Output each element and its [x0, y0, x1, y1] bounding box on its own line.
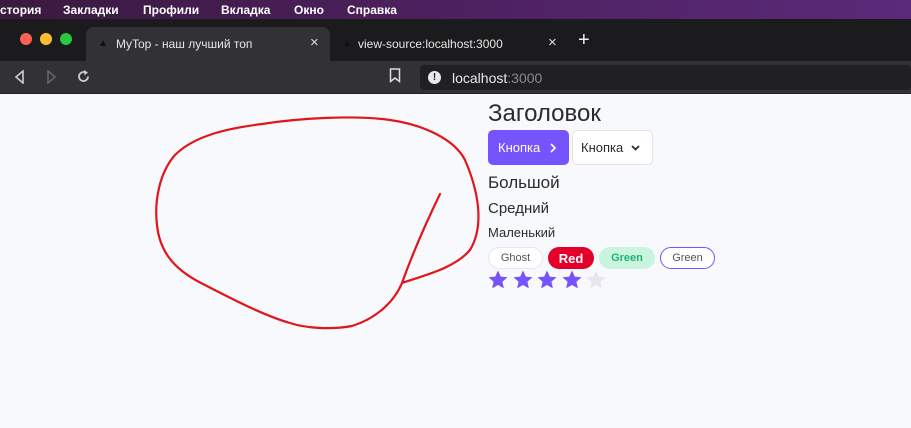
- close-tab-icon[interactable]: ×: [310, 34, 319, 51]
- menu-bar: стория Закладки Профили Вкладка Окно Спр…: [0, 0, 911, 19]
- tag-red: Red: [548, 247, 594, 269]
- menu-bookmarks[interactable]: Закладки: [63, 3, 119, 17]
- menu-window[interactable]: Окно: [294, 3, 324, 17]
- close-tab-icon[interactable]: ×: [548, 34, 557, 51]
- page-favicon-icon: [344, 40, 350, 46]
- tab-view-source[interactable]: view-source:localhost:3000 ×: [330, 27, 570, 61]
- new-tab-plus-icon[interactable]: +: [578, 30, 590, 50]
- star-filled-icon[interactable]: [536, 269, 558, 291]
- minimize-window-button[interactable]: [40, 33, 52, 45]
- paragraph-small: Маленький: [488, 225, 556, 240]
- menu-tab[interactable]: Вкладка: [221, 3, 270, 17]
- ghost-button[interactable]: Кнопка: [572, 130, 653, 165]
- star-filled-icon[interactable]: [487, 269, 509, 291]
- chevron-right-icon: [550, 142, 557, 153]
- page-viewport: Заголовок Кнопка Кнопка Большой Средний …: [0, 94, 911, 428]
- ghost-button-label: Кнопка: [581, 140, 624, 155]
- star-filled-icon[interactable]: [561, 269, 583, 291]
- reload-icon[interactable]: [76, 69, 91, 84]
- close-window-button[interactable]: [20, 33, 32, 45]
- menu-profiles[interactable]: Профили: [143, 3, 199, 17]
- paragraph-large: Большой: [488, 173, 560, 192]
- menu-help[interactable]: Справка: [347, 3, 397, 17]
- url-host: localhost: [452, 70, 508, 86]
- menu-history[interactable]: стория: [0, 3, 41, 17]
- bookmark-icon[interactable]: [389, 68, 401, 83]
- site-info-icon[interactable]: !: [428, 71, 441, 84]
- url-text[interactable]: localhost:3000: [452, 70, 542, 86]
- tab-mytop[interactable]: MyTop - наш лучший топ ×: [86, 27, 330, 61]
- page-heading: Заголовок: [488, 100, 601, 127]
- page-favicon-icon: [100, 40, 106, 46]
- forward-icon[interactable]: [46, 70, 57, 84]
- tab-title: MyTop - наш лучший топ: [116, 37, 253, 51]
- star-empty-icon[interactable]: [585, 269, 607, 291]
- browser-toolbar: ! localhost:3000: [0, 61, 911, 94]
- tag-green-outline: Green: [660, 247, 715, 269]
- primary-button[interactable]: Кнопка: [488, 130, 569, 165]
- primary-button-label: Кнопка: [498, 140, 541, 155]
- star-filled-icon[interactable]: [512, 269, 534, 291]
- zoom-window-button[interactable]: [60, 33, 72, 45]
- tab-bar: MyTop - наш лучший топ × view-source:loc…: [0, 19, 911, 79]
- url-port: :3000: [507, 70, 543, 86]
- chevron-down-icon: [631, 144, 640, 151]
- paragraph-medium: Средний: [488, 200, 549, 217]
- tag-ghost: Ghost: [488, 247, 543, 269]
- tag-green: Green: [599, 247, 655, 269]
- back-icon[interactable]: [14, 70, 25, 84]
- address-bar[interactable]: ! localhost:3000: [420, 65, 911, 90]
- tab-title: view-source:localhost:3000: [358, 37, 503, 51]
